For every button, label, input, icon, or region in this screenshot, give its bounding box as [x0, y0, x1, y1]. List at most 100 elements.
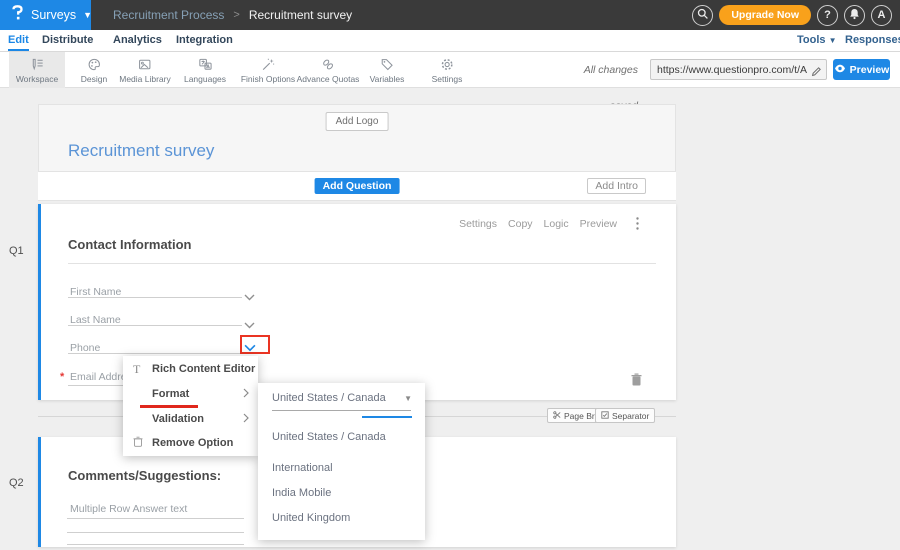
chevron-right-icon: [243, 385, 249, 403]
chevron-right-icon: [243, 410, 249, 428]
search-button[interactable]: [692, 5, 713, 26]
format-option-india-mobile[interactable]: India Mobile: [272, 487, 331, 499]
app-window: Surveys ▼ Recruitment Process > Recruitm…: [0, 0, 900, 550]
scissors-icon: [553, 411, 561, 421]
format-option-international[interactable]: International: [272, 462, 333, 474]
answer-line: [67, 532, 244, 533]
user-avatar[interactable]: A: [871, 5, 892, 26]
edit-pencil-icon[interactable]: [811, 64, 822, 82]
required-marker: *: [60, 371, 64, 383]
question-mark-icon: ?: [824, 9, 831, 21]
gear-icon: [440, 57, 455, 72]
answer-line: [67, 544, 244, 545]
bell-icon: [849, 8, 860, 23]
toolbar-item-workspace[interactable]: Workspace: [9, 52, 65, 88]
tab-distribute[interactable]: Distribute: [42, 30, 93, 51]
annotation-red-underline: [140, 405, 198, 408]
format-select-value[interactable]: United States / Canada: [272, 392, 386, 404]
toolbar-item-languages[interactable]: Languages: [180, 52, 230, 88]
tools-menu[interactable]: Tools ▼: [797, 30, 837, 51]
breadcrumb-folder[interactable]: Recruitment Process: [113, 8, 224, 22]
chevron-down-icon[interactable]: [244, 316, 255, 334]
format-option-united-kingdom[interactable]: United Kingdom: [272, 512, 350, 524]
translate-icon: [197, 57, 212, 72]
chevron-down-icon: ▼: [829, 36, 837, 45]
menu-item-validation[interactable]: Validation: [123, 408, 258, 430]
menu-item-rich-content-editor[interactable]: T Rich Content Editor: [123, 358, 258, 380]
tag-icon: [380, 57, 395, 72]
question-copy-link[interactable]: Copy: [508, 218, 533, 230]
tab-edit[interactable]: Edit: [8, 30, 29, 51]
chevron-down-icon[interactable]: [244, 288, 255, 306]
top-navbar: Surveys ▼ Recruitment Process > Recruitm…: [0, 0, 900, 30]
toolbar-item-advance-quotas[interactable]: Advance Quotas: [293, 52, 364, 88]
toolbar-item-settings[interactable]: Settings: [428, 52, 467, 88]
breadcrumb: Recruitment Process > Recruitment survey: [113, 0, 352, 30]
eye-icon: [834, 64, 846, 76]
product-menu-label: Surveys: [31, 8, 76, 22]
annotation-red-box: [240, 335, 270, 354]
separator-checkbox-icon: [601, 411, 609, 421]
add-question-button[interactable]: Add Question: [315, 178, 400, 194]
menu-item-remove-option[interactable]: Remove Option: [123, 432, 258, 454]
image-icon: [138, 57, 153, 72]
question-2-title[interactable]: Comments/Suggestions:: [68, 468, 221, 483]
row-options-context-menu: T Rich Content Editor Format Validation …: [123, 356, 258, 456]
add-intro-button[interactable]: Add Intro: [587, 178, 646, 194]
menu-item-format[interactable]: Format: [123, 383, 258, 405]
breadcrumb-survey-name: Recruitment survey: [249, 8, 352, 22]
share-url-input[interactable]: [651, 60, 807, 79]
question-1-label: Q1: [9, 245, 24, 257]
toolbar-item-design[interactable]: Design: [77, 52, 111, 88]
responses-link[interactable]: Responses: 4: [845, 30, 900, 51]
survey-title[interactable]: Recruitment survey: [68, 141, 214, 161]
workspace-icon: [30, 57, 45, 72]
notifications-button[interactable]: [844, 5, 865, 26]
survey-add-row: Add Question Add Intro: [38, 172, 676, 201]
questionpro-logo-icon: [11, 5, 24, 26]
question-actions: Settings Copy Logic Preview: [459, 218, 617, 230]
topbar-actions: Upgrade Now ? A: [692, 0, 892, 30]
chevron-down-icon: ▼: [83, 10, 92, 20]
select-focus-indicator: [362, 416, 412, 418]
section-tabs: Edit Distribute Analytics Integration To…: [0, 30, 900, 52]
select-caret-icon: ▼: [404, 394, 412, 403]
format-option-us-canada[interactable]: United States / Canada: [272, 431, 386, 443]
avatar-initial: A: [878, 9, 886, 21]
toolbar-item-variables[interactable]: Variables: [366, 52, 409, 88]
search-icon: [697, 8, 709, 23]
text-format-icon: T: [133, 362, 140, 377]
add-logo-button[interactable]: Add Logo: [326, 112, 389, 131]
question-preview-link[interactable]: Preview: [580, 218, 617, 230]
help-button[interactable]: ?: [817, 5, 838, 26]
question-logic-link[interactable]: Logic: [544, 218, 569, 230]
field-phone-underline: [68, 353, 242, 354]
toolbar-item-finish-options[interactable]: Finish Options: [237, 52, 299, 88]
share-url-box: [650, 59, 827, 80]
upgrade-now-button[interactable]: Upgrade Now: [719, 5, 811, 25]
kebab-menu-icon[interactable]: [636, 217, 639, 235]
surveys-product-menu[interactable]: Surveys ▼: [0, 0, 91, 30]
autosave-status: All changes saved: [566, 52, 638, 88]
multirow-answer-placeholder[interactable]: Multiple Row Answer text: [70, 503, 187, 515]
answer-line: [67, 518, 244, 519]
separator-button[interactable]: Separator: [595, 408, 655, 423]
phone-format-submenu: United States / Canada ▼ United States /…: [258, 383, 425, 540]
tab-analytics[interactable]: Analytics: [113, 30, 162, 51]
question-2-label: Q2: [9, 477, 24, 489]
chain-links-icon: [320, 57, 335, 72]
tab-integration[interactable]: Integration: [176, 30, 233, 51]
palette-icon: [87, 57, 102, 72]
field-first-name-underline: [68, 297, 242, 298]
question-1-title[interactable]: Contact Information: [68, 237, 656, 264]
breadcrumb-separator-icon: >: [233, 9, 239, 21]
preview-button[interactable]: Preview: [833, 59, 890, 80]
field-last-name-underline: [68, 325, 242, 326]
toolbar-item-media-library[interactable]: Media Library: [115, 52, 175, 88]
trash-icon: [133, 434, 143, 452]
select-underline: [272, 410, 411, 411]
magic-wand-icon: [261, 57, 276, 72]
trash-icon[interactable]: [631, 373, 642, 391]
question-settings-link[interactable]: Settings: [459, 218, 497, 230]
edit-toolbar: Workspace Design Media Library Languages…: [0, 52, 900, 88]
